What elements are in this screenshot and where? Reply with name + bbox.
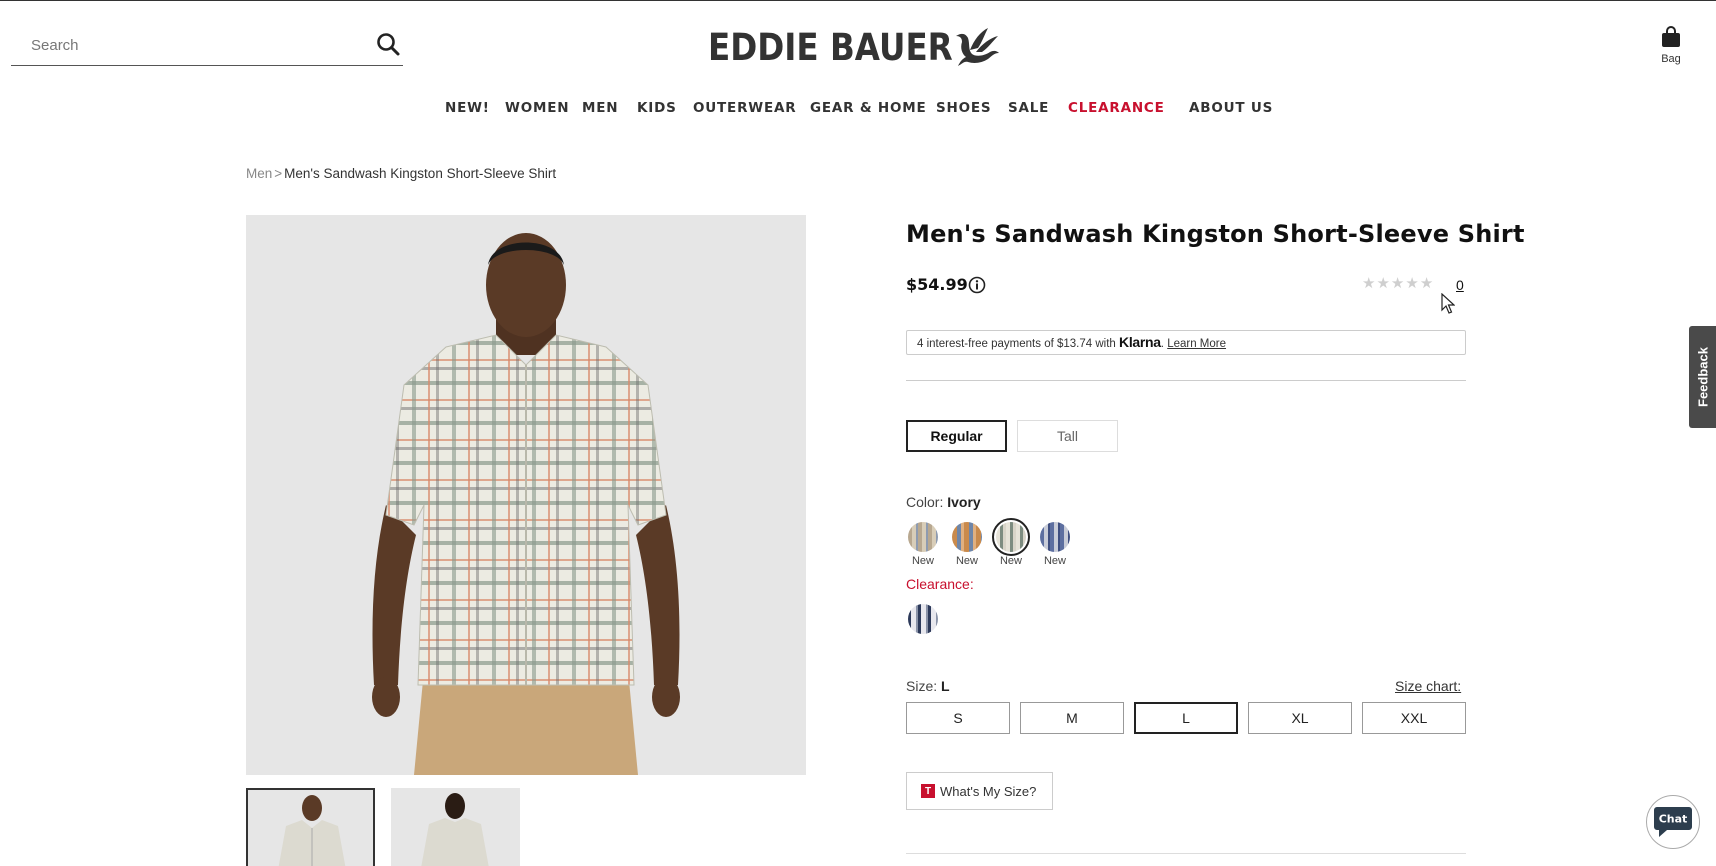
review-count-link[interactable]: 0 <box>1456 277 1464 293</box>
nav-item-kids[interactable]: KIDS <box>637 100 677 116</box>
color-prefix: Color: <box>906 494 944 510</box>
star-icon: ★ <box>1362 275 1376 292</box>
fit-tall-button[interactable]: Tall <box>1017 420 1118 452</box>
nav-item-men[interactable]: MEN <box>582 100 618 116</box>
main-nav: NEW! WOMEN MEN KIDS OUTERWEAR GEAR & HOM… <box>0 100 1716 124</box>
color-label: Color: Ivory <box>906 494 981 510</box>
chat-button[interactable]: Chat <box>1646 795 1700 849</box>
brand-logo[interactable]: EDDIE BAUER <box>708 24 999 70</box>
search-input[interactable] <box>11 26 351 64</box>
feedback-label: Feedback <box>1695 347 1710 407</box>
bag-icon <box>1661 26 1681 52</box>
nav-item-sale[interactable]: SALE <box>1008 100 1049 116</box>
bag-button[interactable]: Bag <box>1656 26 1686 65</box>
swatch-new-badge: New <box>1043 555 1066 567</box>
star-icon: ★ <box>1405 275 1419 292</box>
true-fit-icon: T <box>921 784 935 798</box>
clearance-color-swatch[interactable] <box>908 604 938 634</box>
product-thumbnail-front[interactable] <box>246 788 375 866</box>
chat-label: Chat <box>1659 813 1688 826</box>
breadcrumb-separator: > <box>274 166 283 181</box>
product-thumbnail-back[interactable] <box>391 788 520 866</box>
nav-item-gear-home[interactable]: GEAR & HOME <box>810 100 927 116</box>
search-icon[interactable] <box>375 31 403 59</box>
whats-my-size-label: What's My Size? <box>940 783 1037 799</box>
selected-color-name: Ivory <box>947 494 981 510</box>
color-swatch-1[interactable] <box>908 522 938 552</box>
star-icon: ★ <box>1376 275 1390 292</box>
breadcrumb: Men > Men's Sandwash Kingston Short-Sleeve… <box>246 166 556 181</box>
klarna-text: 4 interest-free payments of $13.74 with <box>917 338 1116 350</box>
divider <box>906 853 1466 854</box>
size-prefix: Size: <box>906 678 938 694</box>
nav-item-outerwear[interactable]: OUTERWEAR <box>693 100 796 116</box>
whats-my-size-button[interactable]: T What's My Size? <box>906 772 1053 810</box>
klarna-logo: Klarna <box>1119 334 1161 350</box>
brand-wordmark: EDDIE BAUER <box>708 25 953 69</box>
size-chart-link[interactable]: Size chart: <box>1395 678 1461 694</box>
star-icon: ★ <box>1390 275 1405 292</box>
top-border <box>0 0 1716 1</box>
mouse-cursor-icon <box>1441 292 1456 320</box>
star-icon: ★ <box>1419 275 1434 292</box>
color-swatch-ivory[interactable] <box>992 518 1030 556</box>
nav-item-new[interactable]: NEW! <box>445 100 490 116</box>
nav-item-shoes[interactable]: SHOES <box>936 100 991 116</box>
size-button-m[interactable]: M <box>1020 702 1124 734</box>
size-button-l[interactable]: L <box>1134 702 1238 734</box>
size-button-xxl[interactable]: XXL <box>1362 702 1466 734</box>
divider <box>906 380 1466 381</box>
klarna-period: . <box>1160 338 1164 350</box>
rating-stars[interactable]: ★ ★ ★ ★ ★ <box>1362 275 1433 293</box>
clearance-label: Clearance: <box>906 576 974 592</box>
swatch-new-badge: New <box>955 555 978 567</box>
swatch-new-badge: New <box>999 555 1022 567</box>
chat-bubble-icon: Chat <box>1654 807 1692 837</box>
product-main-image[interactable] <box>246 215 806 775</box>
size-button-s[interactable]: S <box>906 702 1010 734</box>
size-label: Size: L <box>906 678 950 694</box>
swatch-new-badge: New <box>911 555 934 567</box>
feedback-tab[interactable]: Feedback <box>1689 326 1716 428</box>
search-bar <box>11 26 403 66</box>
goose-logo-icon <box>954 26 1000 73</box>
nav-item-clearance[interactable]: CLEARANCE <box>1068 100 1165 116</box>
fit-regular-button[interactable]: Regular <box>906 420 1007 452</box>
nav-item-women[interactable]: WOMEN <box>505 100 569 116</box>
breadcrumb-current: Men's Sandwash Kingston Short-Sleeve Shi… <box>284 166 557 181</box>
color-swatch-2[interactable] <box>952 522 982 552</box>
nav-item-about-us[interactable]: ABOUT US <box>1189 100 1273 116</box>
klarna-banner: 4 interest-free payments of $13.74 with … <box>906 330 1466 355</box>
breadcrumb-men-link[interactable]: Men <box>246 166 272 181</box>
color-swatch-4[interactable] <box>1040 522 1070 552</box>
selected-size: L <box>941 678 950 694</box>
bag-label: Bag <box>1661 53 1681 65</box>
size-button-xl[interactable]: XL <box>1248 702 1352 734</box>
product-title: Men's Sandwash Kingston Short-Sleeve Shi… <box>906 220 1525 248</box>
klarna-learn-more-link[interactable]: Learn More <box>1167 338 1226 350</box>
product-price: $54.99 <box>906 275 968 294</box>
info-icon[interactable] <box>968 276 986 294</box>
